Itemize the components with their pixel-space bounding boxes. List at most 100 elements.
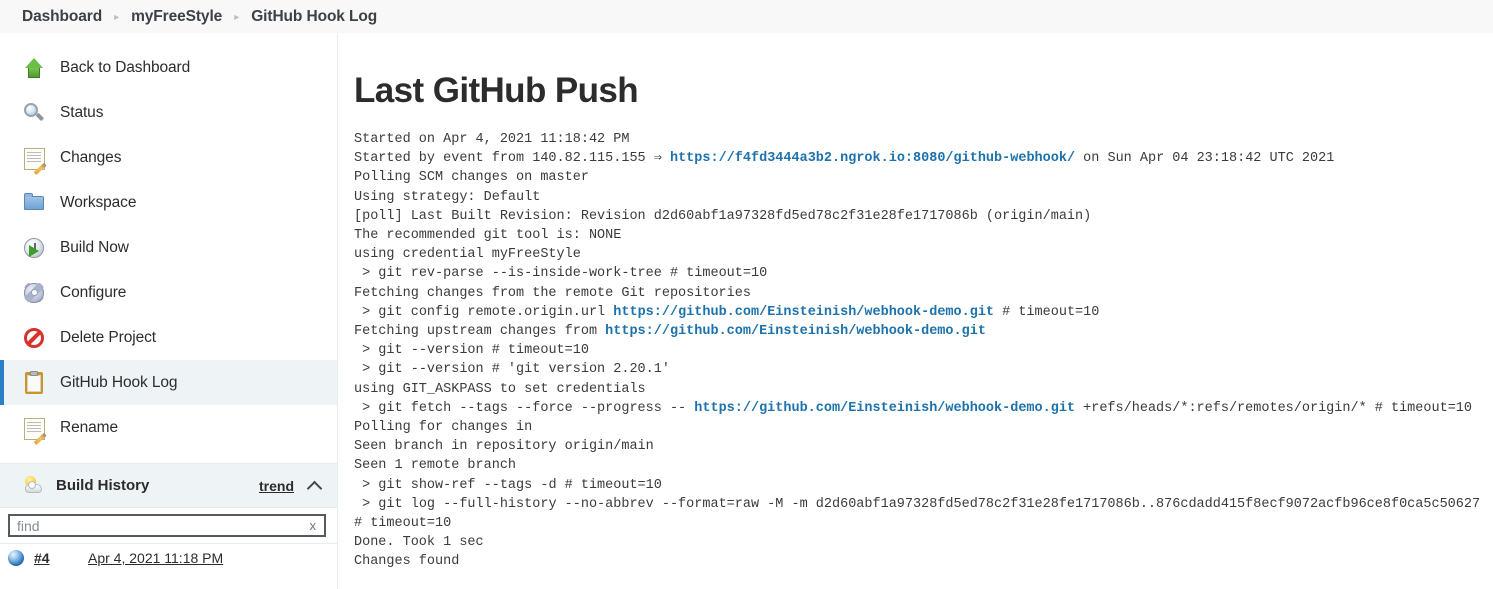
clock-play-icon: [22, 236, 46, 260]
console-line: > git fetch --tags --force --progress --…: [354, 399, 1493, 418]
console-text: +refs/heads/*:refs/remotes/origin/* # ti…: [1075, 400, 1472, 416]
console-text: Done. Took 1 sec: [354, 535, 484, 551]
console-text: Fetching changes from the remote Git rep…: [354, 285, 751, 301]
sidebar-item-label: Workspace: [60, 193, 137, 211]
sidebar-item-build-now[interactable]: Build Now: [0, 225, 337, 270]
console-line: > git log --full-history --no-abbrev --f…: [354, 495, 1493, 533]
sidebar-item-workspace[interactable]: Workspace: [0, 180, 337, 225]
arrow-up-icon: [22, 56, 46, 80]
notepad-pencil-icon: [22, 416, 46, 440]
breadcrumb-item-myfreestyle[interactable]: myFreeStyle: [131, 8, 222, 26]
clipboard-icon: [22, 370, 46, 395]
console-text: > git log --full-history --no-abbrev --f…: [354, 496, 1489, 532]
console-line: [poll] Last Built Revision: Revision d2d…: [354, 207, 1493, 226]
gear-icon: [22, 281, 46, 305]
console-line: > git --version # timeout=10: [354, 341, 1493, 360]
sidebar-item-label: Back to Dashboard: [60, 58, 191, 76]
console-line: Seen 1 remote branch: [354, 456, 1493, 475]
console-line: Done. Took 1 sec: [354, 533, 1493, 552]
console-text: > git --version # 'git version 2.20.1': [354, 362, 670, 378]
console-text: The recommended git tool is: NONE: [354, 228, 622, 244]
console-line: Started by event from 140.82.115.155 ⇒ h…: [354, 149, 1493, 168]
chevron-up-icon[interactable]: [308, 479, 321, 492]
breadcrumb-separator: ▸: [234, 11, 240, 23]
folder-icon: [22, 191, 46, 215]
console-link[interactable]: https://github.com/Einsteinish/webhook-d…: [694, 401, 1075, 416]
build-history-item[interactable]: #4 Apr 4, 2021 11:18 PM: [0, 544, 337, 572]
sidebar-item-label: GitHub Hook Log: [60, 373, 178, 391]
console-text: > git config remote.origin.url: [354, 304, 614, 320]
console-text: Seen branch in repository origin/main: [354, 439, 654, 455]
console-text: > git rev-parse --is-inside-work-tree # …: [354, 266, 768, 282]
sidebar-item-github-hook-log[interactable]: GitHub Hook Log: [0, 360, 337, 405]
find-input-wrapper[interactable]: x: [8, 514, 326, 537]
sidebar-item-label: Rename: [60, 418, 118, 436]
console-link[interactable]: https://github.com/Einsteinish/webhook-d…: [605, 324, 986, 339]
console-text: Polling SCM changes on master: [354, 170, 589, 186]
build-history-find-row: x: [0, 508, 337, 543]
sidebar-item-label: Changes: [60, 148, 122, 166]
console-line: > git show-ref --tags -d # timeout=10: [354, 476, 1493, 495]
console-text: # timeout=10: [994, 304, 1100, 320]
trend-link[interactable]: trend: [259, 478, 294, 494]
console-text: Started on Apr 4, 2021 11:18:42 PM: [354, 132, 630, 147]
build-history-panel: Build History trend x #4Apr 4, 2021 11:1…: [0, 463, 337, 572]
console-text: using credential myFreeStyle: [354, 247, 581, 263]
sidebar-item-label: Status: [60, 103, 104, 121]
find-input[interactable]: [10, 516, 306, 535]
console-text: Polling for changes in: [354, 420, 533, 436]
weather-sun-cloud-icon: [22, 475, 44, 497]
sidebar-item-delete-project[interactable]: Delete Project: [0, 315, 337, 360]
console-text: Changes found: [354, 554, 460, 570]
console-line: Fetching upstream changes from https://g…: [354, 322, 1493, 341]
console-text: [poll] Last Built Revision: Revision d2d…: [354, 208, 1092, 224]
console-line: Polling for changes in: [354, 418, 1493, 437]
sidebar-item-label: Delete Project: [60, 328, 156, 346]
deny-icon: [22, 326, 46, 350]
console-link[interactable]: https://github.com/Einsteinish/webhook-d…: [613, 305, 994, 320]
console-line: Using strategy: Default: [354, 188, 1493, 207]
sidebar-item-back-to-dashboard[interactable]: Back to Dashboard: [0, 45, 337, 90]
build-number-link[interactable]: #4: [34, 550, 88, 566]
console-line: Seen branch in repository origin/main: [354, 437, 1493, 456]
console-line: Fetching changes from the remote Git rep…: [354, 284, 1493, 303]
notepad-pencil-icon: [22, 146, 46, 170]
magnifier-icon: [22, 101, 46, 125]
sidebar-item-status[interactable]: Status: [0, 90, 337, 135]
console-text: > git show-ref --tags -d # timeout=10: [354, 477, 662, 493]
console-line: using GIT_ASKPASS to set credentials: [354, 380, 1493, 399]
sidebar-item-configure[interactable]: Configure: [0, 270, 337, 315]
console-text: Started by event from 140.82.115.155 ⇒: [354, 151, 670, 167]
console-text: Using strategy: Default: [354, 189, 541, 205]
console-line: Polling SCM changes on master: [354, 168, 1493, 187]
page-title: Last GitHub Push: [354, 71, 639, 110]
console-text: on Sun Apr 04 23:18:42 UTC 2021: [1075, 151, 1335, 167]
console-line: > git config remote.origin.url https://g…: [354, 303, 1493, 322]
console-text: > git fetch --tags --force --progress --: [354, 400, 695, 416]
console-text: > git --version # timeout=10: [354, 343, 589, 359]
blue-ball-icon: [8, 550, 24, 566]
sidebar-item-rename[interactable]: Rename: [0, 405, 337, 450]
sidebar-item-label: Configure: [60, 283, 127, 301]
breadcrumb-item-github-hook-log[interactable]: GitHub Hook Log: [251, 8, 377, 26]
main-content: Last GitHub Push Started on Apr 4, 2021 …: [338, 33, 1493, 589]
sidebar: Back to Dashboard Status Changes Workspace B…: [0, 33, 338, 589]
console-line: > git rev-parse --is-inside-work-tree # …: [354, 264, 1493, 283]
build-history-title: Build History: [56, 477, 150, 494]
sidebar-item-changes[interactable]: Changes: [0, 135, 337, 180]
console-line: Changes found: [354, 552, 1493, 571]
sidebar-task-list: Back to Dashboard Status Changes Workspace B…: [0, 33, 337, 450]
console-text: Seen 1 remote branch: [354, 458, 517, 474]
console-line: > git --version # 'git version 2.20.1': [354, 360, 1493, 379]
console-output: Started on Apr 4, 2021 11:18:42 PM Starte…: [354, 130, 1493, 572]
build-history-rows: #4 Apr 4, 2021 11:18 PM: [0, 543, 337, 572]
find-clear-button[interactable]: x: [306, 518, 325, 533]
console-line: using credential myFreeStyle: [354, 245, 1493, 264]
build-history-header[interactable]: Build History trend: [0, 464, 337, 508]
breadcrumb-item-dashboard[interactable]: Dashboard: [22, 8, 102, 26]
breadcrumb: Dashboard ▸ myFreeStyle ▸ GitHub Hook Log: [0, 0, 1493, 33]
sidebar-item-label: Build Now: [60, 238, 129, 256]
console-link[interactable]: https://f4fd3444a3b2.ngrok.io:8080/githu…: [670, 151, 1075, 166]
build-date-link[interactable]: Apr 4, 2021 11:18 PM: [88, 550, 223, 566]
breadcrumb-separator: ▸: [114, 11, 120, 23]
